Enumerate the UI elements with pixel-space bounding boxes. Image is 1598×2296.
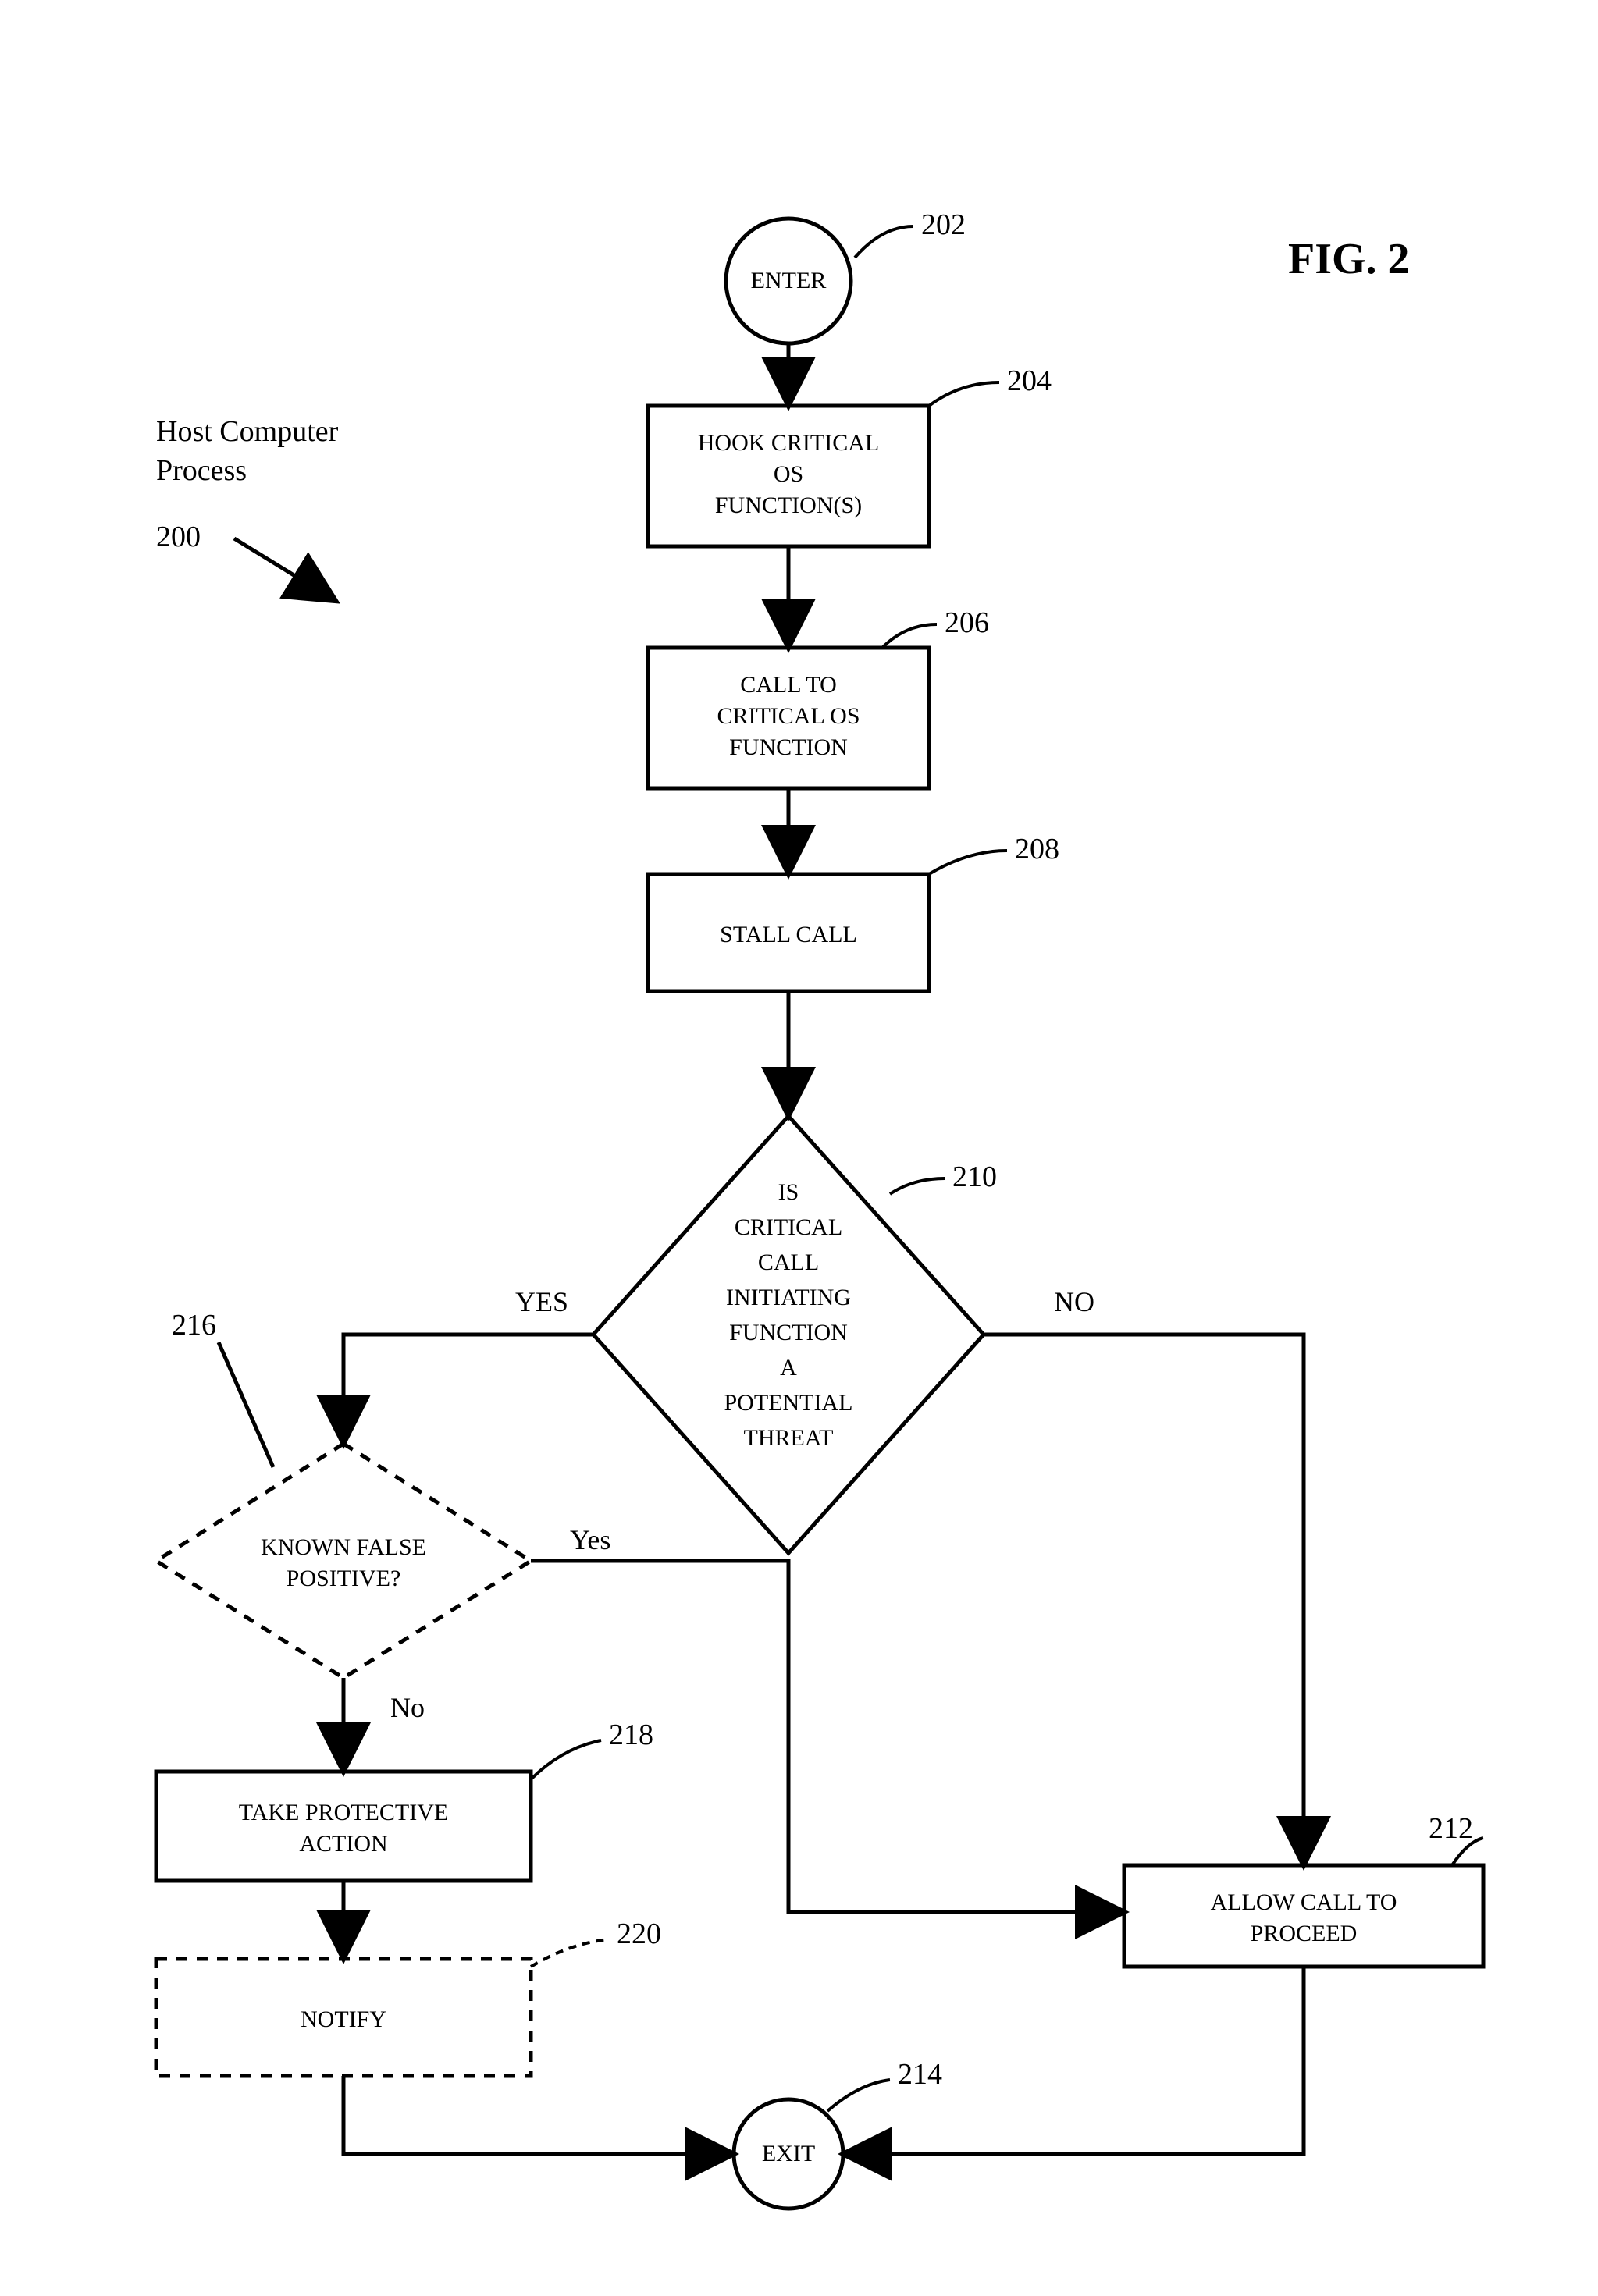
- call-l2: CRITICAL OS: [717, 703, 860, 729]
- node-allow: ALLOW CALL TO PROCEED: [1124, 1865, 1483, 1967]
- threat-l7: POTENTIAL: [724, 1390, 853, 1416]
- leader-210: [890, 1178, 945, 1194]
- threat-l1: IS: [778, 1179, 799, 1205]
- branch-no-upper: NO: [1054, 1286, 1094, 1317]
- ref-206: 206: [945, 606, 989, 639]
- arrow-threat-yes: [343, 1335, 593, 1444]
- hook-l3: FUNCTION(S): [715, 492, 862, 518]
- hook-l2: OS: [774, 461, 803, 487]
- threat-l4: INITIATING: [726, 1285, 851, 1310]
- figure-title: FIG. 2: [1288, 235, 1410, 283]
- leader-216: [219, 1342, 273, 1467]
- allow-l2: PROCEED: [1251, 1921, 1358, 1946]
- hook-l1: HOOK CRITICAL: [698, 430, 880, 456]
- threat-l5: FUNCTION: [729, 1320, 848, 1345]
- notify-text: NOTIFY: [301, 2006, 386, 2032]
- threat-l6: A: [780, 1355, 797, 1381]
- protect-l1: TAKE PROTECTIVE: [239, 1800, 448, 1825]
- leader-204: [929, 382, 999, 406]
- leader-218: [531, 1740, 601, 1779]
- known-l1: KNOWN FALSE: [261, 1534, 426, 1560]
- ref-216: 216: [172, 1309, 216, 1342]
- ref-212: 212: [1429, 1812, 1473, 1845]
- ref-214: 214: [898, 2058, 942, 2091]
- allow-l1: ALLOW CALL TO: [1211, 1889, 1397, 1915]
- process-label-line2: Process: [156, 454, 247, 487]
- leader-202: [855, 226, 913, 258]
- node-notify: NOTIFY: [156, 1959, 531, 2076]
- threat-l2: CRITICAL: [735, 1214, 842, 1240]
- process-ref: 200: [156, 521, 201, 553]
- node-stall: STALL CALL: [648, 874, 929, 991]
- leader-206: [882, 624, 937, 648]
- ref-202: 202: [921, 208, 966, 241]
- threat-l8: THREAT: [744, 1425, 834, 1451]
- call-l1: CALL TO: [740, 672, 837, 698]
- branch-yes: Yes: [570, 1524, 610, 1555]
- leader-220: [531, 1939, 609, 1967]
- exit-text: EXIT: [762, 2141, 815, 2166]
- node-call: CALL TO CRITICAL OS FUNCTION: [648, 648, 929, 788]
- node-protective-action: TAKE PROTECTIVE ACTION: [156, 1772, 531, 1881]
- ref-208: 208: [1015, 833, 1059, 865]
- branch-no: No: [390, 1692, 425, 1723]
- node-hook: HOOK CRITICAL OS FUNCTION(S): [648, 406, 929, 546]
- ref-210: 210: [952, 1160, 997, 1193]
- node-enter: ENTER: [726, 219, 851, 343]
- leader-208: [929, 851, 1007, 874]
- enter-text: ENTER: [751, 268, 827, 293]
- threat-l3: CALL: [758, 1249, 819, 1275]
- branch-yes-upper: YES: [515, 1286, 568, 1317]
- stall-text: STALL CALL: [720, 922, 857, 947]
- ref-220: 220: [617, 1917, 661, 1950]
- call-l3: FUNCTION: [729, 734, 848, 760]
- node-exit: EXIT: [734, 2099, 843, 2209]
- process-pointer-arrow: [234, 538, 336, 601]
- process-label-line1: Host Computer: [156, 415, 339, 448]
- arrow-notify-exit: [343, 2076, 734, 2154]
- protect-l2: ACTION: [299, 1831, 387, 1857]
- arrow-threat-no: [984, 1335, 1304, 1865]
- ref-218: 218: [609, 1718, 653, 1751]
- node-known-false-positive: KNOWN FALSE POSITIVE?: [156, 1444, 531, 1678]
- ref-204: 204: [1007, 364, 1052, 397]
- known-l2: POSITIVE?: [287, 1566, 401, 1591]
- leader-214: [827, 2080, 890, 2111]
